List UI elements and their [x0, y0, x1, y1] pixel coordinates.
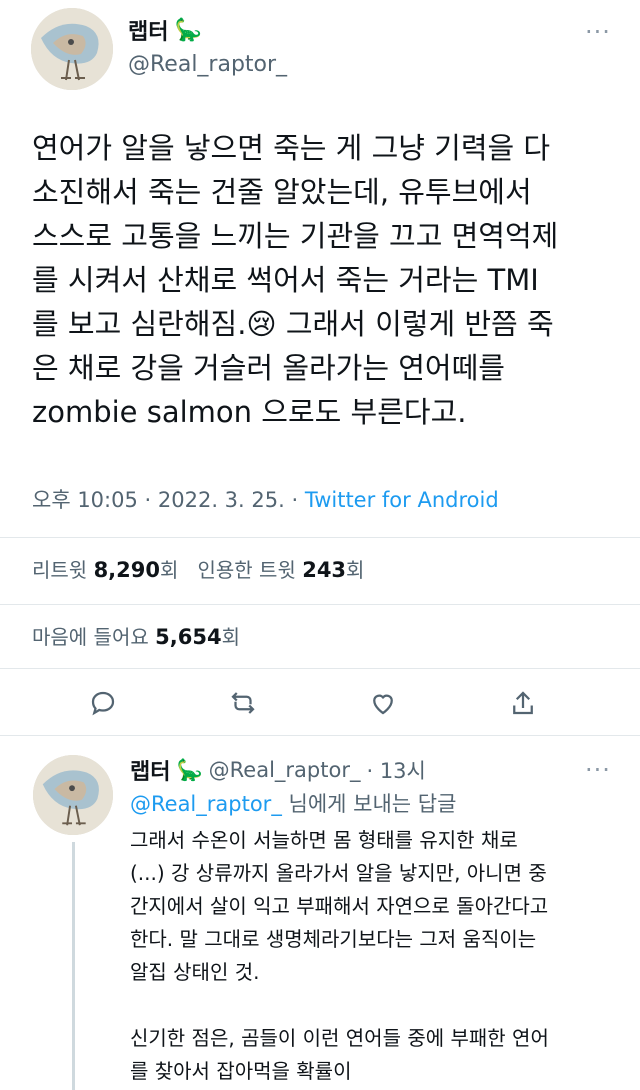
tweet-date[interactable]: 2022. 3. 25. [158, 488, 285, 512]
more-dots-icon[interactable]: ··· [585, 18, 611, 46]
retweets-suffix: 회 [160, 558, 179, 582]
retweets-label: 리트윗 [32, 558, 88, 582]
likes-suffix: 회 [221, 625, 240, 649]
divider [0, 735, 640, 736]
dinosaur-icon: 🦕 [176, 757, 203, 782]
retweets-count: 8,290 [93, 558, 160, 582]
avatar[interactable] [31, 8, 113, 90]
retweet-stats[interactable]: 리트윗 8,290회 인용한 트윗 243회 [32, 554, 364, 583]
tweet-time[interactable]: 오후 10:05 [32, 488, 138, 512]
reply-author-name[interactable]: 랩터 [130, 754, 170, 786]
reply-icon[interactable] [88, 688, 118, 722]
reply-time[interactable]: · 13시 [366, 755, 425, 785]
likes-stats[interactable]: 마음에 들어요 5,654회 [32, 621, 240, 650]
divider [0, 537, 640, 538]
reply-avatar[interactable] [33, 755, 113, 835]
like-icon[interactable] [368, 688, 398, 722]
replying-handle[interactable]: @Real_raptor_ [130, 792, 282, 816]
replying-suffix: 님에게 보내는 답글 [288, 792, 457, 816]
divider [0, 604, 640, 605]
tweet-timestamp: 오후 10:05 · 2022. 3. 25. · Twitter for An… [32, 488, 499, 512]
share-icon[interactable] [508, 688, 538, 722]
tweet-text: 연어가 알을 낳으면 죽는 게 그냥 기력을 다 소진해서 죽는 건줄 알았는데… [32, 131, 559, 429]
reply-text: 그래서 수온이 서늘하면 몸 형태를 유지한 채로 (...) 강 상류까지 올… [130, 828, 549, 1083]
quotes-suffix: 회 [346, 558, 365, 582]
quotes-count: 243 [302, 558, 347, 582]
reply-more-dots-icon[interactable]: ··· [585, 756, 611, 784]
dinosaur-icon: 🦕 [174, 17, 202, 43]
author-handle[interactable]: @Real_raptor_ [128, 52, 287, 77]
likes-count: 5,654 [155, 625, 222, 649]
likes-label: 마음에 들어요 [32, 625, 149, 649]
quotes-label: 인용한 트윗 [197, 558, 296, 582]
retweet-icon[interactable] [228, 688, 258, 722]
author-name[interactable]: 랩터 [128, 14, 168, 46]
reply-author-handle[interactable]: @Real_raptor_ [209, 758, 361, 782]
divider [0, 668, 640, 669]
replying-to: @Real_raptor_ 님에게 보내는 답글 [130, 788, 456, 818]
thread-line [72, 842, 75, 1090]
tweet-source[interactable]: Twitter for Android [305, 488, 499, 512]
